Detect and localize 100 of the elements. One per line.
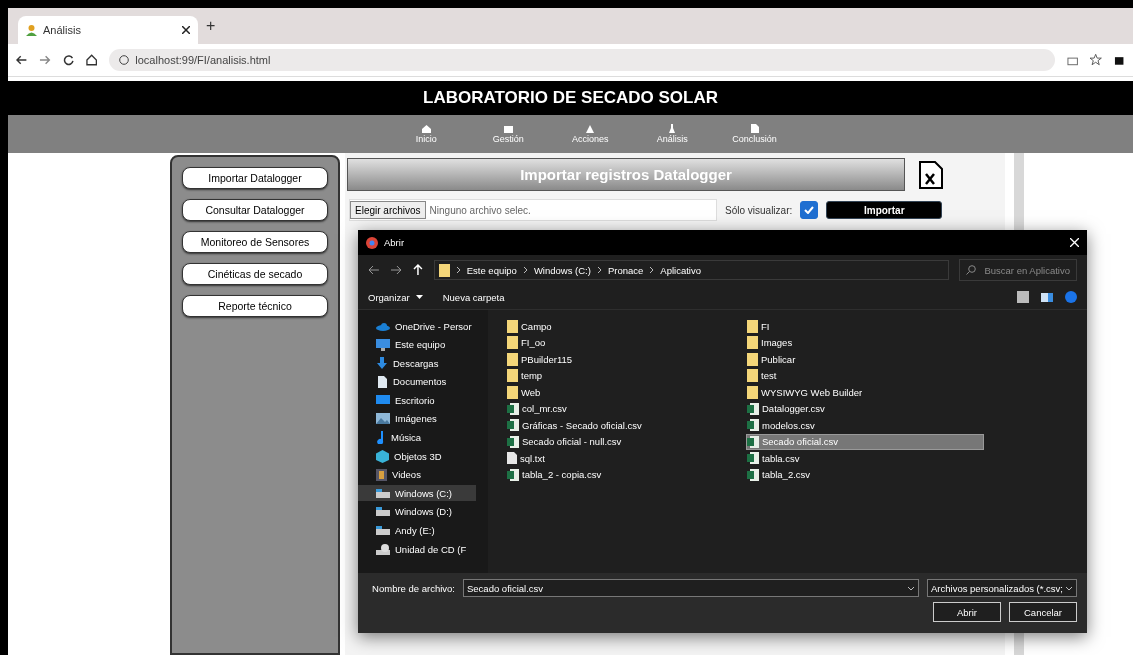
nav-link[interactable]: Gestión <box>486 115 531 153</box>
search-icon <box>966 265 977 275</box>
file-item[interactable]: Web <box>506 384 744 401</box>
document-icon <box>750 124 759 133</box>
navigation-item[interactable]: Videos <box>358 466 476 483</box>
filename-label: Nombre de archivo: <box>372 582 455 594</box>
file-item[interactable]: sql.txt <box>506 450 744 467</box>
navigation-item[interactable]: OneDrive - Persor <box>358 318 476 334</box>
navigation-item[interactable]: Documentos <box>358 373 476 390</box>
spreadsheet-icon <box>747 468 759 481</box>
navigation-item[interactable]: Windows (D:) <box>358 503 476 520</box>
file-item[interactable]: Images <box>746 334 984 351</box>
navigation-item[interactable]: Imágenes <box>358 410 476 427</box>
text-file-icon <box>507 452 517 465</box>
navigation-item[interactable]: Andy (E:) <box>358 522 476 539</box>
navigation-item[interactable]: Este equipo <box>358 336 476 353</box>
file-item[interactable]: WYSIWYG Web Builder <box>746 384 984 401</box>
file-item[interactable]: Secado oficial.csv <box>746 433 984 450</box>
back-icon[interactable] <box>368 264 380 276</box>
info-icon <box>119 55 130 65</box>
navigation-item[interactable]: Windows (C:) <box>358 485 476 502</box>
path-segment[interactable]: Aplicativo <box>660 264 701 276</box>
folder-icon <box>747 385 758 399</box>
path-segment[interactable]: Este equipo <box>466 264 517 276</box>
sidebar-button[interactable]: Reporte técnico <box>182 295 328 317</box>
file-input[interactable]: Elegir archivos Ninguno archivo selec. <box>349 199 717 221</box>
navigation-item[interactable]: Unidad de CD (F <box>358 541 476 558</box>
folder-icon <box>438 263 450 277</box>
spreadsheet-icon <box>507 435 519 448</box>
drive-icon <box>376 526 390 536</box>
path-segment[interactable]: Pronace <box>607 264 644 276</box>
spreadsheet-icon <box>747 419 759 432</box>
navigation-item[interactable]: Escritorio <box>358 392 476 409</box>
file-item[interactable]: modelos.csv <box>746 417 984 434</box>
file-item[interactable]: test <box>746 367 984 384</box>
path-segment[interactable]: Windows (C:) <box>533 264 591 276</box>
file-item[interactable]: FI_oo <box>506 334 744 351</box>
nav-link[interactable]: Conclusión <box>732 115 777 153</box>
search-field[interactable]: Buscar en Aplicativo <box>959 259 1077 281</box>
nav-link[interactable]: Acciones <box>568 115 613 153</box>
chevron-right-icon <box>649 266 655 274</box>
reload-icon[interactable] <box>62 54 74 66</box>
disc-drive-icon <box>376 543 390 555</box>
file-item[interactable]: tabla_2.csv <box>746 466 984 483</box>
view-only-checkbox[interactable] <box>800 201 819 219</box>
import-button[interactable]: Importar <box>826 201 943 219</box>
sidebar-button[interactable]: Monitoreo de Sensores <box>182 231 328 253</box>
navigation-item[interactable]: Música <box>358 429 476 446</box>
file-item[interactable]: col_mr.csv <box>506 400 744 417</box>
sidebar-button[interactable]: Consultar Datalogger <box>182 199 328 221</box>
star-icon[interactable] <box>1090 54 1102 66</box>
folder-icon <box>747 352 758 366</box>
people-icon <box>585 124 596 133</box>
folder-icon <box>507 319 518 333</box>
file-item[interactable]: tabla.csv <box>746 450 984 467</box>
filename-field[interactable]: Secado oficial.csv <box>463 579 919 597</box>
film-icon <box>376 468 387 481</box>
back-icon[interactable] <box>16 54 28 66</box>
home-icon[interactable] <box>86 54 98 66</box>
navigation-item[interactable]: Descargas <box>358 355 476 372</box>
nav-link[interactable]: Inicio <box>404 115 449 153</box>
file-item[interactable]: Campo <box>506 318 744 335</box>
file-item[interactable]: FI <box>746 318 984 335</box>
folder-icon <box>507 385 518 399</box>
browser-tab[interactable]: Análisis <box>18 16 198 44</box>
file-item[interactable]: Publicar <box>746 351 984 368</box>
forward-icon[interactable] <box>39 54 51 66</box>
organize-menu[interactable]: Organizar <box>368 291 423 303</box>
folder-icon <box>507 336 518 350</box>
new-folder-button[interactable]: Nueva carpeta <box>442 291 505 303</box>
address-bar[interactable]: localhost:99/FI/analisis.html <box>109 49 1055 71</box>
file-item[interactable]: tabla_2 - copia.csv <box>506 466 744 483</box>
folder-icon <box>747 336 758 350</box>
excel-file-icon[interactable] <box>919 160 943 189</box>
file-item[interactable]: PBuilder115 <box>506 351 744 368</box>
drive-icon <box>376 507 390 517</box>
choose-files-button[interactable]: Elegir archivos <box>350 201 426 219</box>
file-item[interactable]: Secado oficial - null.csv <box>506 433 744 450</box>
download-icon <box>376 357 388 370</box>
file-type-dropdown[interactable]: Archivos personalizados (*.csv; <box>927 579 1077 597</box>
caret-down-icon <box>415 295 423 299</box>
music-note-icon <box>376 431 386 445</box>
up-arrow-icon[interactable] <box>411 264 424 276</box>
flask-icon <box>669 124 676 133</box>
forward-icon[interactable] <box>389 264 402 276</box>
address-path[interactable]: Este equipo Windows (C:) Pronace Aplicativo <box>433 260 950 280</box>
cancel-button[interactable]: Cancelar <box>1009 602 1077 622</box>
file-status: Ninguno archivo selec. <box>429 204 531 216</box>
navigation-item[interactable]: Objetos 3D <box>358 448 476 465</box>
new-tab-button[interactable]: + <box>206 17 216 35</box>
file-item[interactable]: Datalogger.csv <box>746 400 984 417</box>
person-icon <box>26 24 37 36</box>
sidebar-button[interactable]: Importar Datalogger <box>182 167 328 189</box>
file-item[interactable]: temp <box>506 367 744 384</box>
close-icon[interactable] <box>182 26 190 34</box>
file-item[interactable]: Gráficas - Secado oficial.csv <box>506 417 744 434</box>
spreadsheet-icon <box>507 402 519 415</box>
sidebar-button[interactable]: Cinéticas de secado <box>182 263 328 285</box>
nav-link[interactable]: Análisis <box>650 115 695 153</box>
open-button[interactable]: Abrir <box>933 602 1001 622</box>
